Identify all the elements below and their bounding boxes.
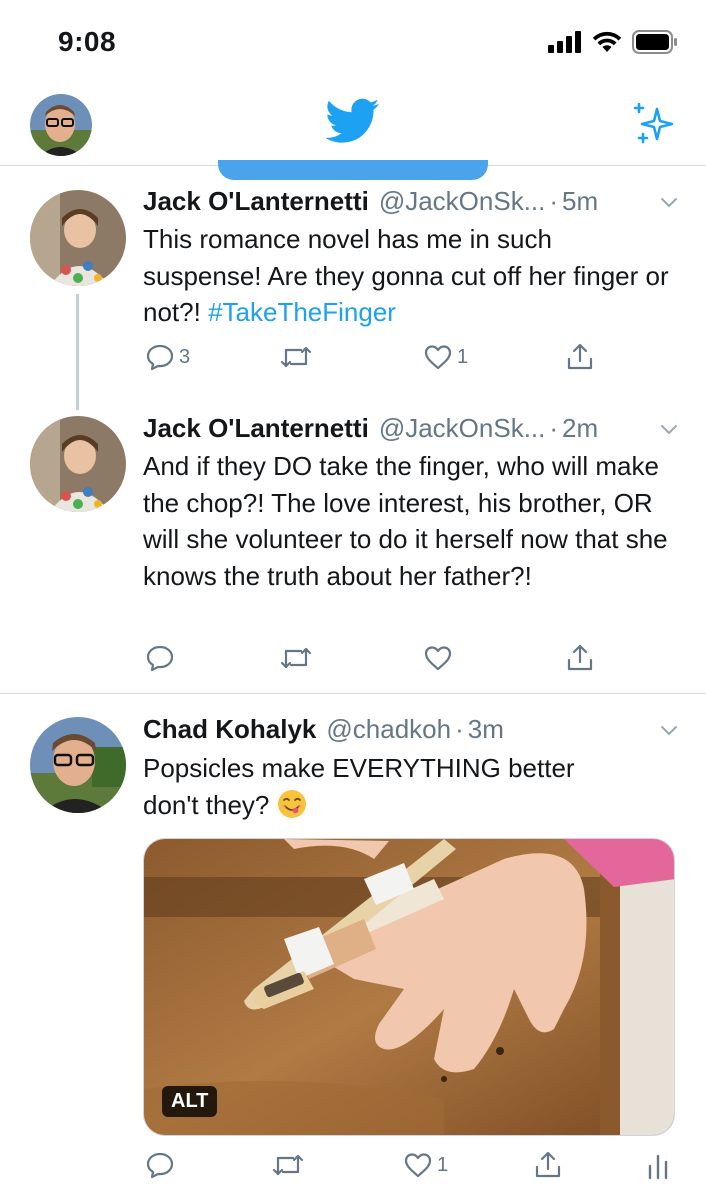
reply-button[interactable]: [145, 643, 179, 673]
top-nav-bar: [0, 88, 706, 166]
author-name[interactable]: Jack O'Lanternetti: [143, 186, 369, 217]
new-tweets-pill[interactable]: [218, 160, 488, 180]
yum-face-emoji: [277, 789, 306, 818]
tweet-text: And if they DO take the finger, who will…: [143, 448, 673, 594]
status-bar: 9:08: [0, 0, 706, 88]
share-button[interactable]: [565, 342, 595, 372]
share-icon: [567, 343, 593, 370]
share-button[interactable]: [533, 1150, 563, 1180]
like-button[interactable]: 1: [423, 342, 468, 372]
wifi-icon: [592, 31, 622, 52]
retweet-icon: [280, 647, 312, 669]
tweet-media-image[interactable]: ALT: [143, 838, 675, 1136]
cellular-signal-icon: [548, 31, 581, 53]
twitter-bird-icon: [325, 98, 380, 149]
tweet-header: Chad Kohalyk @chadkoh · 3m: [143, 714, 504, 745]
author-name[interactable]: Jack O'Lanternetti: [143, 413, 369, 444]
like-button[interactable]: 1: [403, 1150, 448, 1180]
reply-button[interactable]: 3: [145, 342, 190, 372]
like-count: 1: [457, 345, 469, 368]
tweet-actions: [143, 643, 683, 683]
retweet-button[interactable]: [271, 1150, 309, 1180]
chevron-down-icon[interactable]: [660, 421, 678, 439]
share-icon: [567, 644, 593, 671]
heart-icon: [424, 345, 452, 370]
profile-avatar[interactable]: [30, 94, 92, 156]
tweet-divider: [0, 693, 706, 694]
alt-text-badge[interactable]: ALT: [162, 1086, 218, 1117]
tweet-body: And if they DO take the finger, who will…: [143, 451, 668, 591]
tweet-actions: 3 1: [143, 342, 683, 382]
tweet-time: 2m: [562, 413, 599, 443]
like-button[interactable]: [423, 643, 457, 673]
tweet-time: 3m: [467, 714, 504, 744]
tweet-body: Popsicles make EVERYTHING better don't t…: [143, 753, 575, 820]
status-icons: [548, 30, 678, 54]
retweet-icon: [280, 346, 312, 368]
like-count: 1: [437, 1153, 449, 1176]
tweet-actions: 1: [143, 1150, 683, 1190]
chevron-down-icon[interactable]: [660, 194, 678, 212]
tweet-header: Jack O'Lanternetti @JackOnSk... · 5m: [143, 186, 598, 217]
analytics-icon: [648, 1154, 668, 1180]
retweet-icon: [272, 1154, 304, 1176]
author-handle[interactable]: @chadkoh: [326, 714, 451, 745]
separator-dot: ·: [549, 413, 559, 443]
author-handle[interactable]: @JackOnSk...: [379, 186, 546, 217]
share-icon: [535, 1151, 561, 1178]
tweet-text: Popsicles make EVERYTHING better don't t…: [143, 750, 623, 823]
status-time: 9:08: [58, 26, 117, 57]
tweet-header: Jack O'Lanternetti @JackOnSk... · 2m: [143, 413, 598, 444]
reply-count: 3: [179, 345, 191, 368]
avatar[interactable]: [30, 190, 126, 286]
tweet-text: This romance novel has me in such suspen…: [143, 221, 673, 331]
retweet-button[interactable]: [279, 342, 317, 372]
reply-button[interactable]: [145, 1150, 179, 1180]
author-handle[interactable]: @JackOnSk...: [379, 413, 546, 444]
battery-icon: [632, 30, 677, 54]
tweet-time: 5m: [562, 186, 599, 216]
reply-icon: [146, 645, 174, 672]
avatar[interactable]: [30, 416, 126, 512]
retweet-button[interactable]: [279, 643, 317, 673]
analytics-button[interactable]: [645, 1150, 671, 1180]
heart-icon: [404, 1153, 432, 1178]
author-name[interactable]: Chad Kohalyk: [143, 714, 316, 745]
hashtag-link[interactable]: #TakeTheFinger: [208, 297, 396, 327]
sparkle-icon[interactable]: [630, 100, 676, 151]
reply-icon: [146, 1152, 174, 1179]
avatar[interactable]: [30, 717, 126, 813]
share-button[interactable]: [565, 643, 595, 673]
popsicle-finger-photo: [144, 839, 674, 1135]
reply-icon: [146, 344, 174, 371]
chevron-down-icon[interactable]: [660, 722, 678, 740]
separator-dot: ·: [549, 186, 559, 216]
separator-dot: ·: [455, 714, 464, 744]
heart-icon: [424, 646, 452, 671]
thread-line: [76, 294, 79, 410]
